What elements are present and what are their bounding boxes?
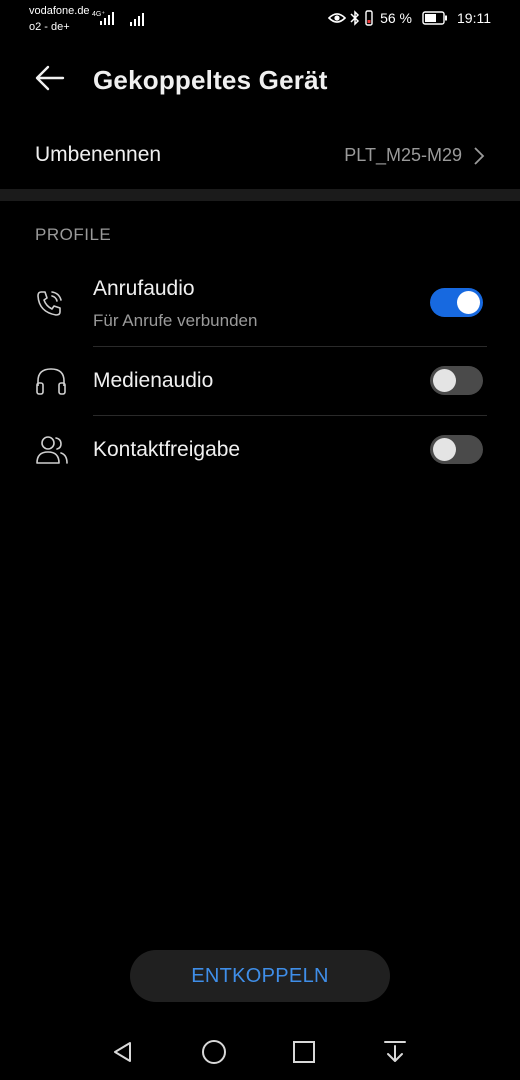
chevron-right-icon [473,146,485,171]
phone-call-icon [35,288,65,323]
nav-notifications-button[interactable] [378,1037,412,1071]
battery-icon [422,11,448,25]
arrow-left-icon [35,65,65,96]
section-divider [0,189,520,201]
headphones-icon [35,366,67,401]
clock: 19:11 [457,10,491,26]
eye-icon [328,11,347,25]
profile-title: Medienaudio [93,369,214,392]
signal-icon-secondary [129,11,147,32]
page-title: Gekoppeltes Gerät [93,65,328,95]
rename-label: Umbenennen [35,143,162,166]
nav-back-button[interactable] [106,1037,140,1071]
nav-recents-button[interactable] [287,1037,321,1071]
toggle-knob [433,438,456,461]
back-button[interactable] [30,63,70,97]
profile-row-media-audio[interactable]: Medienaudio [0,347,520,415]
system-nav-bar [0,1028,520,1078]
profiles-section-label: PROFILE [35,225,112,244]
vibrate-icon [364,10,374,26]
toggle-knob [433,369,456,392]
app-header: Gekoppeltes Gerät [0,50,520,110]
status-bar: vodafone.de o2 - de+ 4G⁺ 56 % 19:11 [0,0,520,40]
toggle-knob [457,291,480,314]
status-icons: 56 % 19:11 [328,10,491,26]
bluetooth-icon [350,10,360,26]
rename-row[interactable]: Umbenennen PLT_M25-M29 [0,126,520,186]
device-name-value: PLT_M25-M29 [344,145,462,165]
call-audio-toggle[interactable] [430,288,483,317]
profile-row-call-audio[interactable]: Anrufaudio Für Anrufe verbunden [0,272,520,344]
carrier-name-secondary: o2 - de+ [29,21,70,33]
profile-title: Anrufaudio [93,277,195,300]
nav-home-button[interactable] [197,1037,231,1071]
network-type-label: 4G⁺ [92,11,105,18]
contacts-icon [35,434,69,471]
carrier-name-primary: vodafone.de [29,5,90,17]
profile-title: Kontaktfreigabe [93,438,241,461]
media-audio-toggle[interactable] [430,366,483,395]
disconnect-button[interactable]: ENTKOPPELN [130,950,390,1002]
recents-square-icon [292,1040,316,1069]
signal-icon: 4G⁺ [92,9,118,32]
profile-row-contact-sharing[interactable]: Kontaktfreigabe [0,416,520,484]
contact-sharing-toggle[interactable] [430,435,483,464]
back-triangle-icon [111,1040,135,1069]
home-circle-icon [201,1039,227,1070]
profile-subtitle: Für Anrufe verbunden [93,311,258,330]
notifications-pull-icon [383,1039,407,1070]
battery-percent: 56 % [380,10,412,26]
